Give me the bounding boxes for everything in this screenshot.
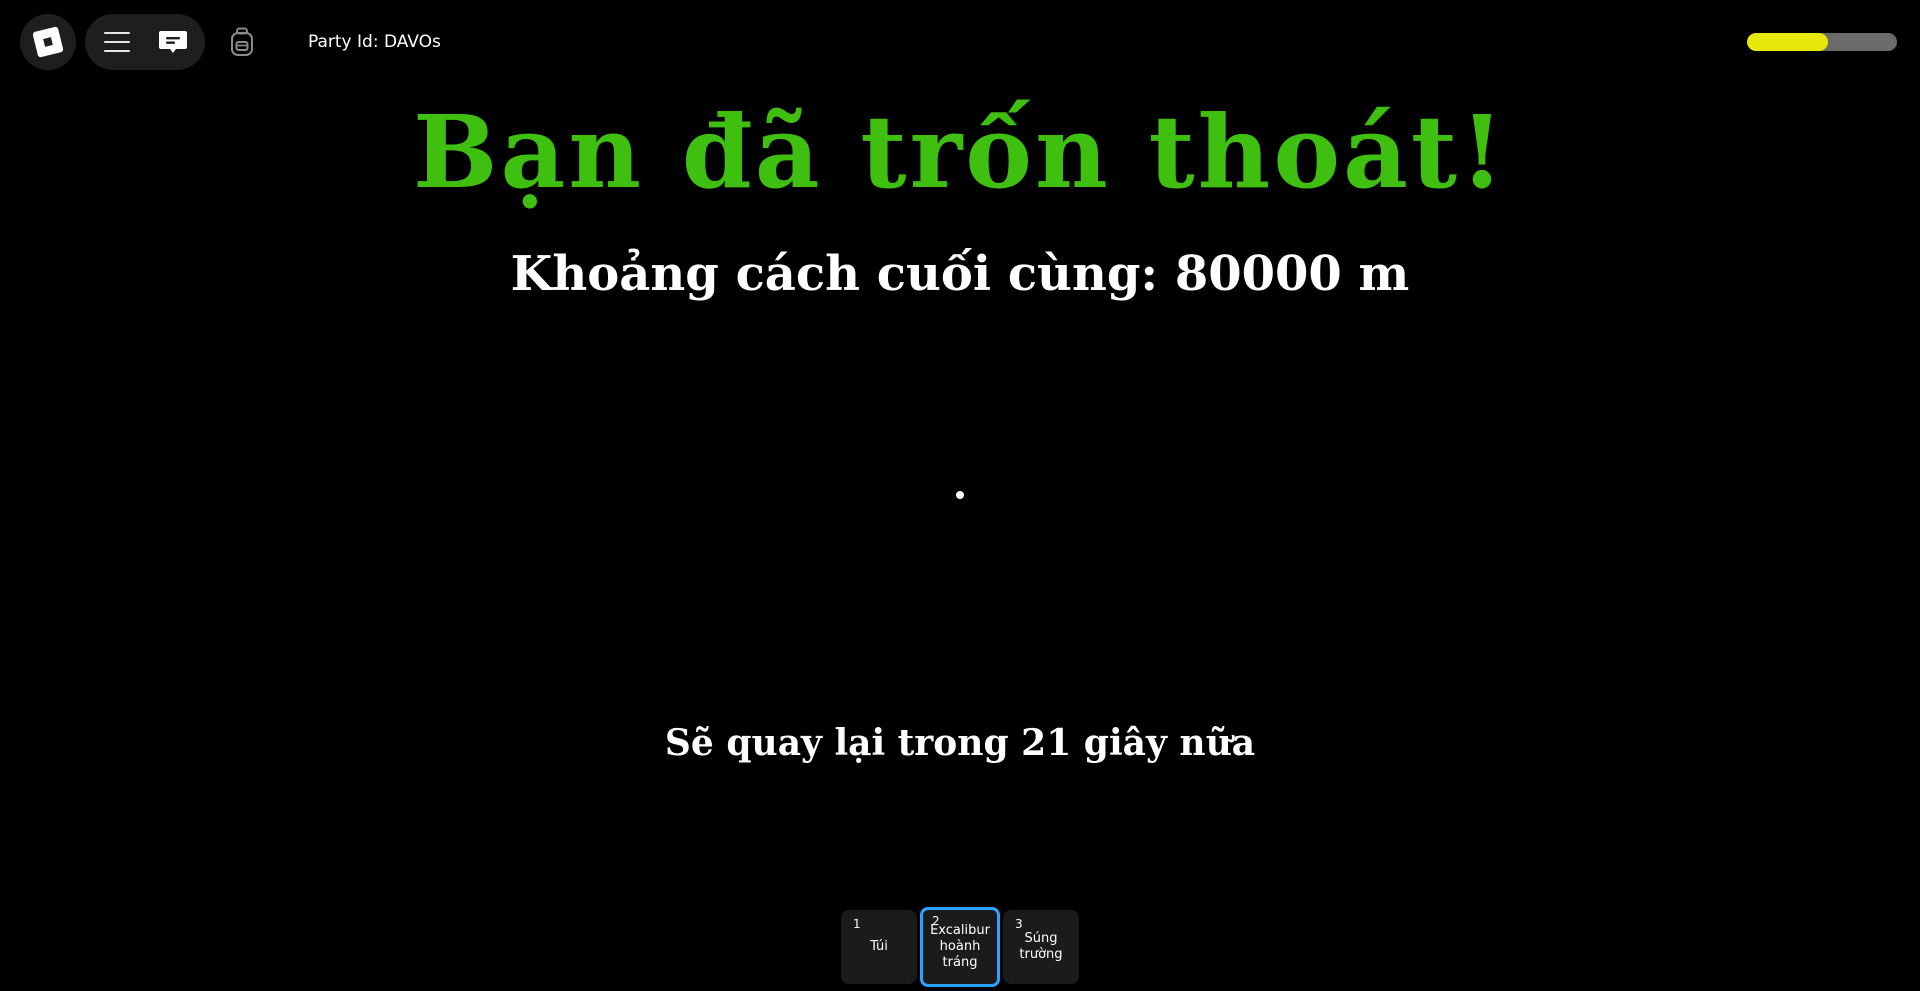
backpack-button[interactable] <box>222 22 262 62</box>
return-countdown-text: Sẽ quay lại trong 21 giây nữa <box>664 722 1256 764</box>
chat-icon <box>159 31 187 53</box>
crosshair-dot <box>956 491 964 499</box>
chat-button[interactable] <box>145 14 201 70</box>
progress-meter <box>1747 33 1897 51</box>
backpack-icon <box>231 27 253 56</box>
hotbar-slot-1[interactable]: 1 Túi <box>841 910 917 984</box>
hamburger-menu-icon <box>104 32 130 52</box>
menu-button[interactable] <box>89 14 145 70</box>
hotbar-slot-label: Súng trường <box>1019 931 1063 962</box>
final-distance-text: Khoảng cách cuối cùng: 80000 m <box>510 246 1410 302</box>
hotbar-slot-label: Excalibur hoành tráng <box>930 923 990 970</box>
escape-title: Bạn đã trốn thoát! <box>413 93 1507 211</box>
roblox-menu-button[interactable] <box>20 14 76 70</box>
hotbar-slot-3[interactable]: 3 Súng trường <box>1003 910 1079 984</box>
hotbar-slot-2[interactable]: 2 Excalibur hoành tráng <box>920 907 1000 987</box>
hotbar-slot-label: Túi <box>870 939 888 954</box>
roblox-logo-icon <box>32 26 64 58</box>
topbar-pill <box>85 14 205 70</box>
progress-meter-fill <box>1747 33 1828 51</box>
game-screen: Party Id: DAVOs Bạn đã trốn thoát! Khoản… <box>0 0 1920 991</box>
party-id-label: Party Id: DAVOs <box>308 32 441 52</box>
